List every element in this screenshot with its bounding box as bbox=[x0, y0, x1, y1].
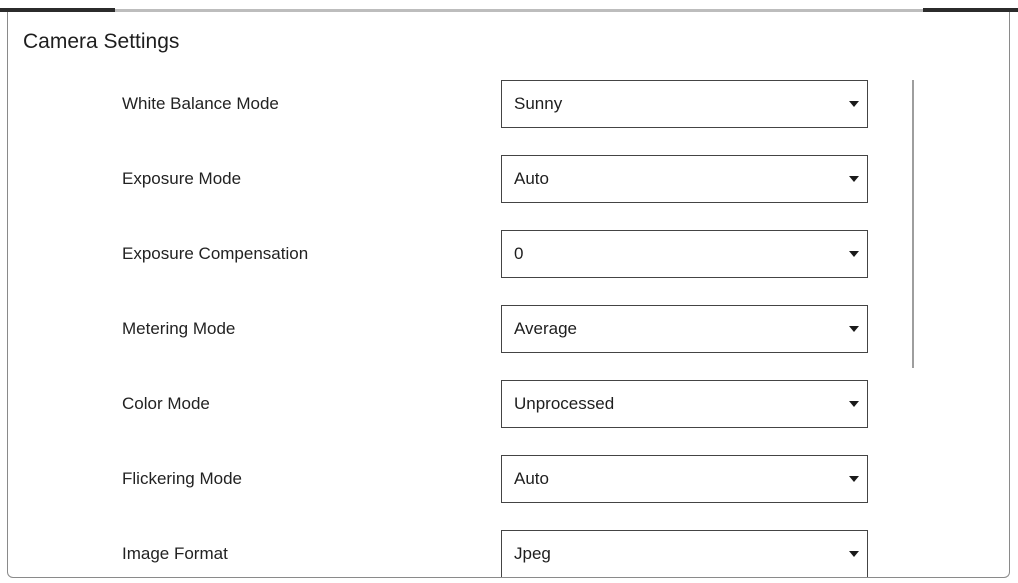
chevron-down-icon bbox=[849, 551, 859, 557]
chevron-down-icon bbox=[849, 401, 859, 407]
select-value: Jpeg bbox=[514, 544, 551, 563]
select-value: Unprocessed bbox=[514, 394, 615, 413]
flickering-mode-select[interactable]: Auto bbox=[501, 455, 868, 503]
setting-row-white-balance-mode: White Balance Mode Sunny bbox=[8, 80, 1009, 130]
setting-label: Exposure Compensation bbox=[122, 244, 309, 263]
setting-row-exposure-mode: Exposure Mode Auto bbox=[8, 155, 1009, 205]
select-value: Sunny bbox=[514, 94, 563, 113]
metering-mode-select[interactable]: Average bbox=[501, 305, 868, 353]
scrollbar[interactable] bbox=[912, 80, 914, 368]
setting-row-color-mode: Color Mode Unprocessed bbox=[8, 380, 1009, 430]
chevron-down-icon bbox=[849, 176, 859, 182]
setting-label: Image Format bbox=[122, 544, 228, 563]
setting-label: Color Mode bbox=[122, 394, 210, 413]
color-mode-select[interactable]: Unprocessed bbox=[501, 380, 868, 428]
setting-label: Flickering Mode bbox=[122, 469, 242, 488]
image-format-select[interactable]: Jpeg bbox=[501, 530, 868, 577]
select-value: 0 bbox=[514, 244, 524, 263]
chevron-down-icon bbox=[849, 251, 859, 257]
setting-label: Exposure Mode bbox=[122, 169, 242, 188]
setting-row-flickering-mode: Flickering Mode Auto bbox=[8, 455, 1009, 505]
camera-settings-panel: Camera Settings White Balance Mode Sunny… bbox=[7, 12, 1010, 578]
chevron-down-icon bbox=[849, 476, 859, 482]
select-value: Auto bbox=[514, 169, 549, 188]
settings-list: White Balance Mode Sunny Exposure Mode A… bbox=[8, 12, 1009, 577]
setting-label: Metering Mode bbox=[122, 319, 236, 338]
setting-row-image-format: Image Format Jpeg bbox=[8, 530, 1009, 577]
select-value: Auto bbox=[514, 469, 549, 488]
exposure-compensation-select[interactable]: 0 bbox=[501, 230, 868, 278]
select-value: Average bbox=[514, 319, 578, 338]
setting-row-metering-mode: Metering Mode Average bbox=[8, 305, 1009, 355]
setting-row-exposure-compensation: Exposure Compensation 0 bbox=[8, 230, 1009, 280]
setting-label: White Balance Mode bbox=[122, 94, 279, 113]
chevron-down-icon bbox=[849, 101, 859, 107]
chevron-down-icon bbox=[849, 326, 859, 332]
exposure-mode-select[interactable]: Auto bbox=[501, 155, 868, 203]
white-balance-mode-select[interactable]: Sunny bbox=[501, 80, 868, 128]
